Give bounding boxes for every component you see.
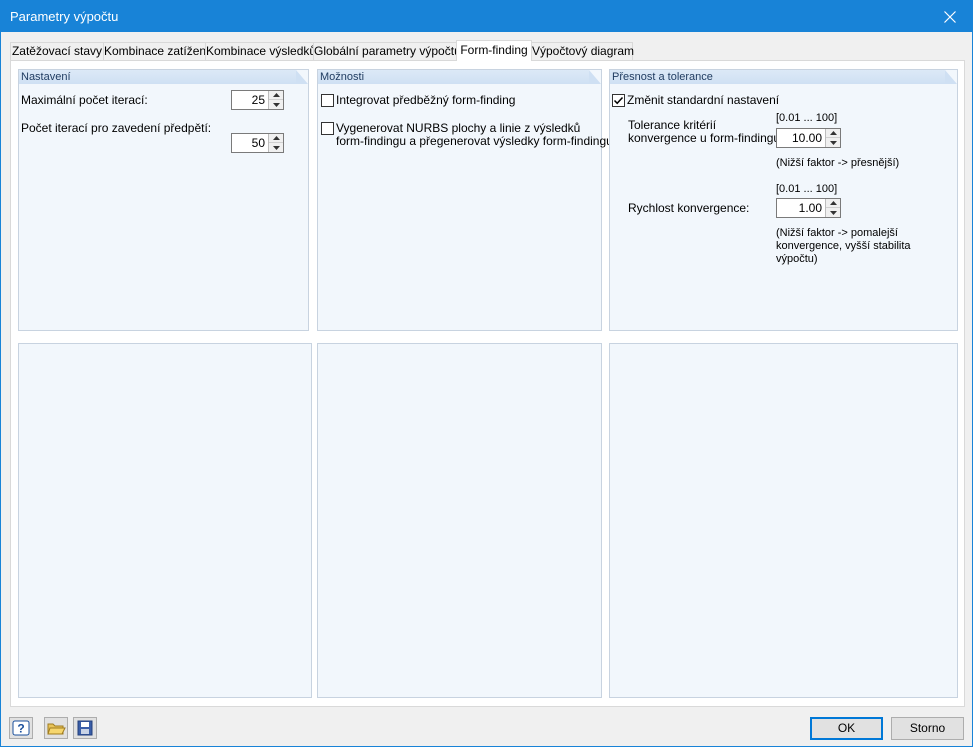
prestress-iterations-value: 50 — [251, 136, 265, 150]
speed-value: 1.00 — [798, 201, 822, 215]
title-bar: Parametry výpočtu — [1, 1, 972, 32]
speed-hint-line2: konvergence, vyšší stabilita — [776, 240, 911, 252]
prestress-iterations-label: Počet iterací pro zavedení předpětí: — [21, 121, 212, 135]
tolerance-range: [0.01 ... 100] — [776, 112, 838, 124]
empty-panel-left — [18, 343, 312, 698]
spin-down-icon[interactable] — [826, 138, 840, 147]
change-defaults-checkbox[interactable] — [612, 94, 625, 107]
tab-content: Nastavení Maximální počet iterací: 25 Po… — [10, 60, 965, 707]
integrate-formfinding-label: Integrovat předběžný form-finding — [336, 93, 516, 107]
spin-down-icon[interactable] — [826, 208, 840, 217]
spin-down-icon[interactable] — [269, 100, 283, 109]
tolerance-spinner[interactable]: 10.00 — [776, 128, 841, 148]
spin-up-icon[interactable] — [269, 91, 283, 100]
help-button[interactable]: ? — [9, 717, 33, 739]
tolerance-label-line1: Tolerance kritérií — [628, 118, 717, 132]
svg-text:?: ? — [17, 722, 24, 736]
tolerance-label-line2: konvergence u form-findingu: — [628, 131, 784, 145]
close-button[interactable] — [928, 1, 972, 32]
max-iterations-label: Maximální počet iterací: — [21, 93, 148, 107]
settings-group: Nastavení Maximální počet iterací: 25 Po… — [18, 69, 309, 331]
speed-label: Rychlost konvergence: — [628, 201, 750, 215]
tab-load-cases[interactable]: Zatěžovací stavy — [10, 42, 104, 60]
spin-up-icon[interactable] — [269, 134, 283, 143]
speed-spinner[interactable]: 1.00 — [776, 198, 841, 218]
generate-nurbs-checkbox[interactable] — [321, 122, 334, 135]
tab-global-parameters[interactable]: Globální parametry výpočtu — [313, 42, 461, 60]
settings-header: Nastavení — [19, 70, 308, 84]
prestress-iterations-spinner[interactable]: 50 — [231, 133, 284, 153]
tolerance-value: 10.00 — [791, 131, 822, 145]
folder-open-icon — [47, 723, 66, 735]
precision-header: Přesnost a tolerance — [610, 70, 957, 84]
speed-hint-line1: (Nižší faktor -> pomalejší — [776, 227, 898, 239]
precision-group: Přesnost a tolerance Změnit standardní n… — [609, 69, 958, 331]
max-iterations-spinner[interactable]: 25 — [231, 90, 284, 110]
dialog-window: Parametry výpočtu Zatěžovací stavy Kombi… — [0, 0, 973, 747]
empty-panel-right — [609, 343, 958, 698]
generate-nurbs-label-line1: Vygenerovat NURBS plochy a linie z výsle… — [336, 121, 581, 135]
ok-button[interactable]: OK — [810, 717, 883, 740]
save-button[interactable] — [73, 717, 97, 739]
empty-panel-middle — [317, 343, 602, 698]
tab-load-combinations[interactable]: Kombinace zatížení — [103, 42, 209, 60]
options-header: Možnosti — [318, 70, 601, 84]
speed-range: [0.01 ... 100] — [776, 183, 838, 195]
spin-up-icon[interactable] — [826, 199, 840, 208]
change-defaults-label: Změnit standardní nastavení — [627, 93, 780, 107]
speed-hint-line3: výpočtu) — [776, 253, 818, 265]
close-icon — [944, 10, 956, 23]
spin-up-icon[interactable] — [826, 129, 840, 138]
checkmark-icon — [613, 96, 624, 105]
tolerance-hint: (Nižší faktor -> přesnější) — [776, 157, 900, 169]
open-button[interactable] — [44, 717, 68, 739]
tab-form-finding[interactable]: Form-finding — [456, 40, 532, 61]
help-icon: ? — [12, 720, 30, 736]
tab-result-combinations[interactable]: Kombinace výsledků — [205, 42, 316, 60]
integrate-formfinding-checkbox[interactable] — [321, 94, 334, 107]
generate-nurbs-label-line2: form-findingu a přegenerovat výsledky fo… — [336, 134, 613, 148]
tab-calculation-diagram[interactable]: Výpočtový diagram — [531, 42, 634, 60]
cancel-button[interactable]: Storno — [891, 717, 964, 740]
spin-down-icon[interactable] — [269, 143, 283, 152]
save-icon — [77, 720, 93, 736]
options-group: Možnosti Integrovat předběžný form-findi… — [317, 69, 613, 331]
window-title: Parametry výpočtu — [10, 9, 119, 24]
max-iterations-value: 25 — [251, 93, 265, 107]
